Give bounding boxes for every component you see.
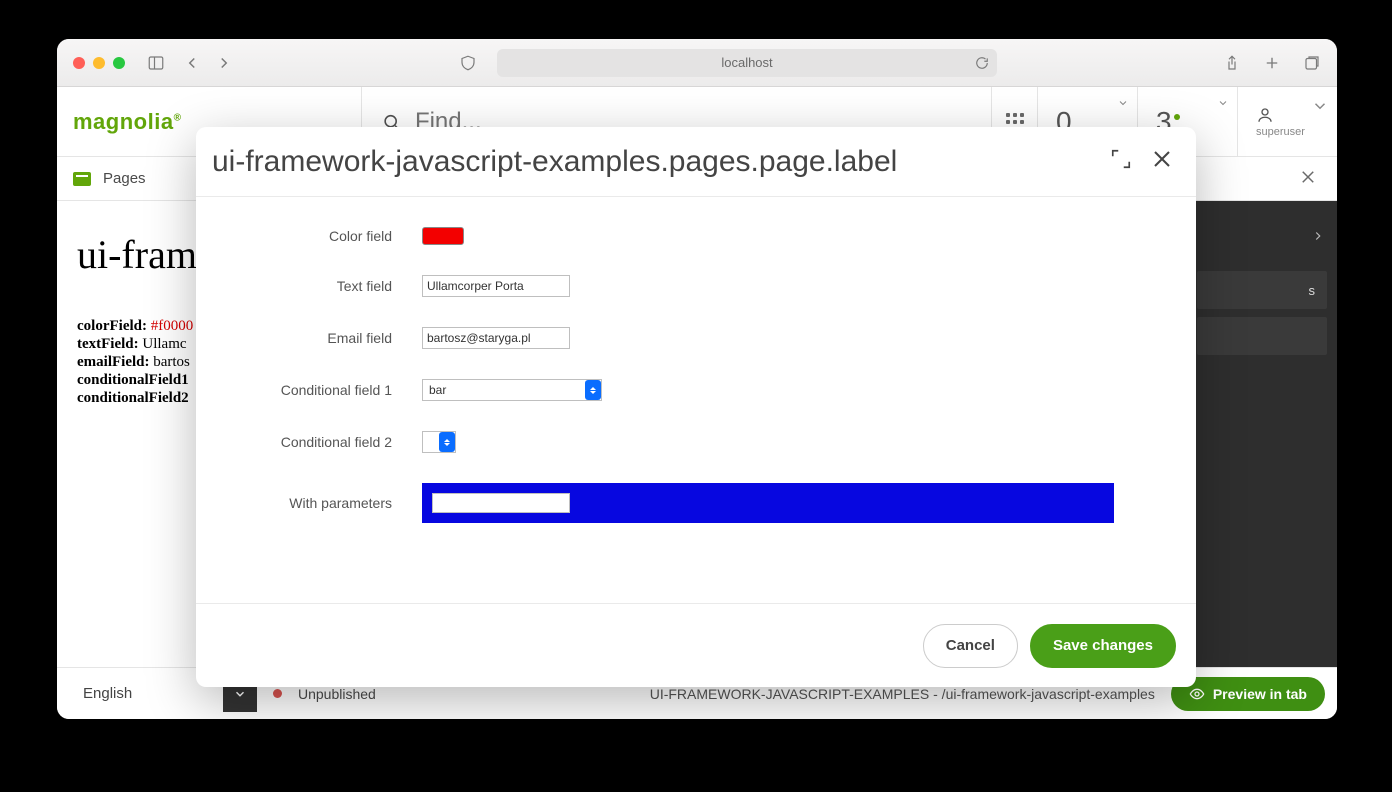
subapp-title: Pages: [103, 170, 146, 187]
dialog-body: Color field Text field Email field Condi…: [196, 197, 1196, 603]
params-block: [422, 483, 1114, 523]
label-email: Email field: [252, 330, 422, 346]
side-row[interactable]: [1197, 317, 1327, 355]
chevron-down-icon: [1117, 97, 1129, 109]
user-icon: [1256, 106, 1274, 124]
color-field[interactable]: [422, 227, 464, 245]
sidebar-toggle-icon[interactable]: [147, 54, 165, 72]
language-select[interactable]: English: [69, 676, 207, 712]
tab-overview-icon[interactable]: [1303, 54, 1321, 72]
conditional-field-1[interactable]: bar: [422, 379, 602, 401]
close-panel-icon[interactable]: [1299, 168, 1317, 190]
save-button[interactable]: Save changes: [1030, 624, 1176, 668]
footer-path: UI-FRAMEWORK-JAVASCRIPT-EXAMPLES - /ui-f…: [650, 686, 1155, 702]
chevron-down-icon: [1311, 97, 1329, 115]
form-row-params: With parameters: [252, 483, 1140, 523]
address-bar[interactable]: localhost: [497, 49, 997, 77]
dialog-header: ui-framework-javascript-examples.pages.p…: [196, 127, 1196, 197]
dialog-title: ui-framework-javascript-examples.pages.p…: [212, 145, 1092, 179]
params-field[interactable]: [432, 493, 570, 513]
window-close-icon[interactable]: [73, 57, 85, 69]
close-icon[interactable]: [1150, 147, 1174, 176]
status-text: Unpublished: [298, 686, 376, 702]
edit-dialog: ui-framework-javascript-examples.pages.p…: [196, 127, 1196, 687]
window-maximize-icon[interactable]: [113, 57, 125, 69]
form-row-cond2: Conditional field 2: [252, 431, 1140, 453]
form-row-email: Email field: [252, 327, 1140, 349]
nav-back-icon[interactable]: [183, 54, 201, 72]
form-row-text: Text field: [252, 275, 1140, 297]
refresh-icon[interactable]: [975, 56, 989, 70]
share-icon[interactable]: [1223, 54, 1241, 72]
browser-toolbar: localhost: [57, 39, 1337, 87]
pages-icon: [73, 172, 91, 186]
label-text: Text field: [252, 278, 422, 294]
address-text: localhost: [721, 55, 772, 70]
side-row[interactable]: s: [1197, 271, 1327, 309]
nav-forward-icon[interactable]: [215, 54, 233, 72]
form-row-color: Color field: [252, 227, 1140, 245]
side-panel: s: [1187, 201, 1337, 667]
text-field[interactable]: [422, 275, 570, 297]
user-name: superuser: [1256, 126, 1305, 138]
window-minimize-icon[interactable]: [93, 57, 105, 69]
email-field[interactable]: [422, 327, 570, 349]
shield-icon[interactable]: [459, 54, 477, 72]
chevron-right-icon[interactable]: [1311, 229, 1325, 248]
label-cond2: Conditional field 2: [252, 434, 422, 450]
window-controls: [73, 57, 125, 69]
user-menu[interactable]: superuser: [1237, 87, 1337, 156]
cancel-button[interactable]: Cancel: [923, 624, 1018, 668]
expand-icon[interactable]: [1110, 148, 1132, 175]
label-color: Color field: [252, 228, 422, 244]
logo[interactable]: magnolia®: [73, 109, 181, 135]
status-dot-icon: [273, 689, 282, 698]
label-params: With parameters: [252, 495, 422, 511]
select-handle-icon: [585, 380, 601, 400]
conditional-field-2[interactable]: [422, 431, 456, 453]
label-cond1: Conditional field 1: [252, 382, 422, 398]
chevron-down-icon: [1217, 97, 1229, 109]
form-row-cond1: Conditional field 1 bar: [252, 379, 1140, 401]
dialog-footer: Cancel Save changes: [196, 603, 1196, 687]
eye-icon: [1189, 686, 1205, 702]
select-handle-icon: [439, 432, 455, 452]
new-tab-icon[interactable]: [1263, 54, 1281, 72]
